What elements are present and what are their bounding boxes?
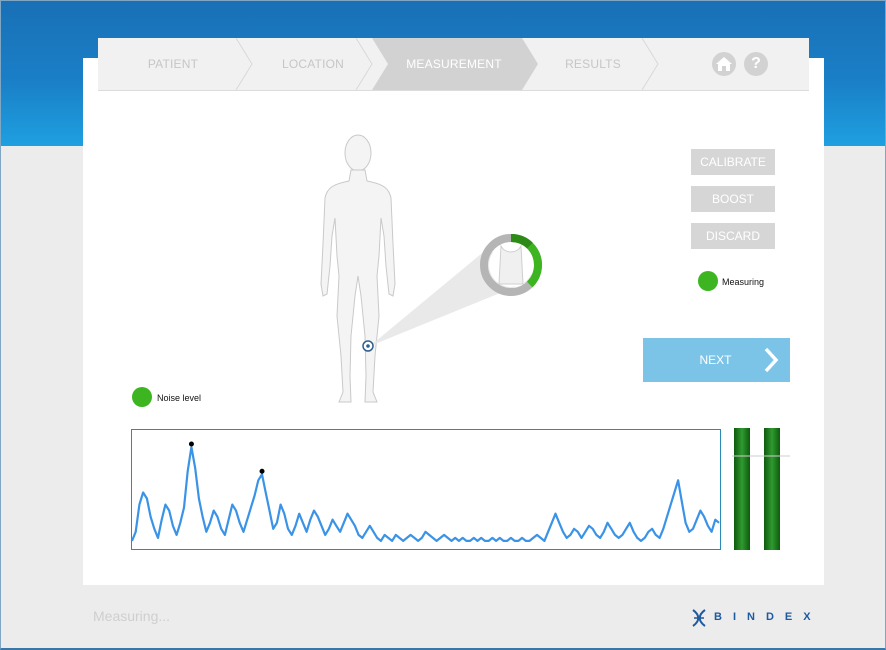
body-figure bbox=[320, 134, 543, 403]
brand-name: BINDEX bbox=[714, 611, 822, 623]
step-measurement[interactable]: MEASUREMENT bbox=[384, 38, 524, 90]
level-bars bbox=[732, 428, 790, 550]
next-button[interactable]: NEXT bbox=[643, 338, 790, 382]
help-icon[interactable]: ? bbox=[744, 52, 768, 76]
left-level-bar bbox=[734, 428, 750, 550]
right-level-bar bbox=[764, 428, 780, 550]
measuring-status-label: Measuring bbox=[722, 277, 765, 287]
noise-level-label: Noise level bbox=[157, 393, 202, 403]
app-window: PATIENT LOCATION MEASUREMENT RESULTS ? C… bbox=[0, 0, 886, 650]
step-results[interactable]: RESULTS bbox=[538, 38, 648, 90]
body-silhouette bbox=[320, 134, 396, 403]
measuring-status-indicator bbox=[698, 271, 718, 291]
peak-marker bbox=[188, 441, 194, 447]
boost-button[interactable]: BOOST bbox=[691, 186, 775, 212]
calibrate-button[interactable]: CALIBRATE bbox=[691, 149, 775, 175]
peak-marker bbox=[259, 468, 265, 474]
home-icon[interactable] bbox=[712, 52, 736, 76]
bindex-logo-icon bbox=[692, 609, 706, 627]
footer-status-text: Measuring... bbox=[93, 608, 171, 624]
probe-position-gauge bbox=[480, 234, 543, 296]
progress-steps: PATIENT LOCATION MEASUREMENT RESULTS ? bbox=[98, 38, 809, 91]
noise-level-indicator bbox=[132, 387, 152, 407]
step-patient[interactable]: PATIENT bbox=[98, 38, 248, 90]
step-location[interactable]: LOCATION bbox=[258, 38, 368, 90]
discard-button[interactable]: DISCARD bbox=[691, 223, 775, 249]
chevron-right-icon bbox=[764, 347, 779, 373]
signal-chart bbox=[131, 429, 721, 550]
